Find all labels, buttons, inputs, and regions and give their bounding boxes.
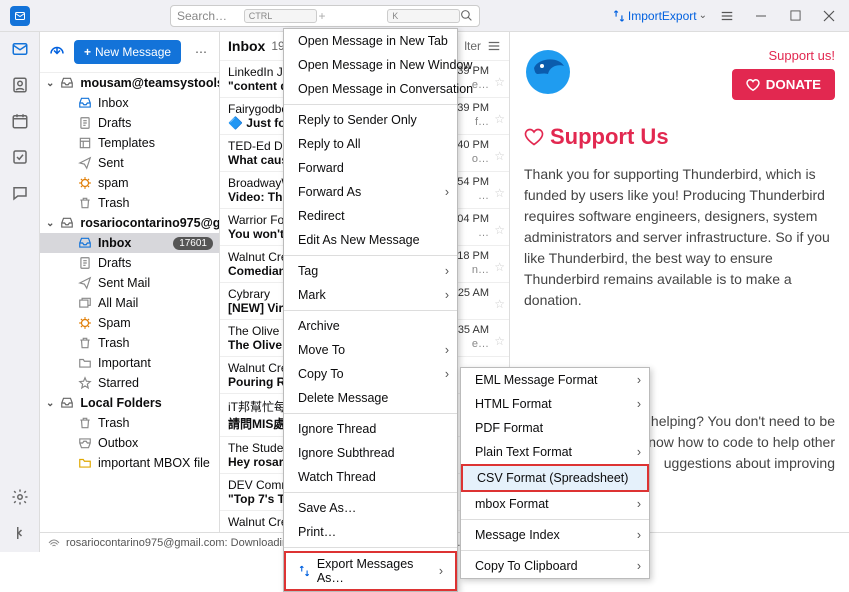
appmenu-button[interactable] [713,2,741,30]
ctx-pdf-format[interactable]: PDF Format [461,416,649,440]
star-icon[interactable]: ☆ [494,297,505,311]
ctx-redirect[interactable]: Redirect [284,204,457,228]
minimize-icon [755,10,767,22]
maximize-button[interactable] [781,2,809,30]
account-row[interactable]: ⌄Local Folders [40,393,219,413]
ctx-mbox-format[interactable]: mbox Format [461,492,649,516]
ctx-export-messages-as[interactable]: Export Messages As… [284,551,457,591]
star-icon[interactable]: ☆ [494,260,505,274]
thunderbird-logo-icon [524,48,572,96]
maximize-icon [790,10,801,21]
mail-tab-icon[interactable] [10,6,30,26]
star-icon[interactable]: ☆ [494,149,505,163]
folder-row[interactable]: Trash [40,193,219,213]
display-options-icon[interactable] [487,39,501,53]
ctx-delete[interactable]: Delete Message [284,386,457,410]
star-icon[interactable]: ☆ [494,223,505,237]
ctx-mark[interactable]: Mark [284,283,457,307]
folder-row[interactable]: Drafts [40,113,219,133]
ctx-reply-all[interactable]: Reply to All [284,132,457,156]
get-messages-button[interactable] [48,43,66,61]
folder-pane: +New Message ⋯ ⌄mousam@teamsystools.comI… [40,32,220,552]
ctx-reply-sender[interactable]: Reply to Sender Only [284,108,457,132]
heart-icon [746,78,760,92]
search-icon [460,9,473,22]
donate-button[interactable]: DONATE [732,69,835,100]
folder-row[interactable]: Outbox [40,433,219,453]
chat-icon[interactable] [11,184,29,202]
ctx-csv-format[interactable]: CSV Format (Spreadsheet) [461,464,649,492]
calendar-icon[interactable] [11,112,29,130]
account-row[interactable]: ⌄rosariocontarino975@gm… [40,213,219,233]
folder-row[interactable]: important MBOX file [40,453,219,473]
ctx-archive[interactable]: Archive [284,314,457,338]
folder-row[interactable]: Important [40,353,219,373]
star-icon[interactable]: ☆ [494,186,505,200]
ctx-open-new-window[interactable]: Open Message in New Window [284,53,457,77]
ctx-message-index[interactable]: Message Index [461,523,649,547]
settings-icon[interactable] [11,488,29,506]
support-us-link[interactable]: Support us! [732,48,835,63]
ctx-forward-as[interactable]: Forward As [284,180,457,204]
ctx-ignore-thread[interactable]: Ignore Thread [284,417,457,441]
close-button[interactable] [815,2,843,30]
export-format-submenu: EML Message Format HTML Format PDF Forma… [460,367,650,579]
heart-outline-icon [524,127,544,147]
folder-row[interactable]: All Mail [40,293,219,313]
folder-row[interactable]: Templates [40,133,219,153]
folder-row[interactable]: Drafts [40,253,219,273]
folder-row[interactable]: Inbox17601 [40,233,219,253]
folder-row[interactable]: Spam [40,313,219,333]
import-export-button[interactable]: ImportExport ⌄ [612,9,707,23]
ctx-print[interactable]: Print… [284,520,457,544]
ctx-html-format[interactable]: HTML Format [461,392,649,416]
ctx-plain-text-format[interactable]: Plain Text Format [461,440,649,464]
folder-row[interactable]: Trash [40,333,219,353]
addressbook-icon[interactable] [11,76,29,94]
activity-bar [0,32,40,552]
export-icon [298,564,311,578]
folder-row[interactable]: spam [40,173,219,193]
tasks-icon[interactable] [11,148,29,166]
ctx-open-new-tab[interactable]: Open Message in New Tab [284,29,457,53]
ctx-copy-clipboard[interactable]: Copy To Clipboard [461,554,649,578]
folder-title: Inbox [228,38,265,54]
kbd-ctrl: CTRL [244,9,317,23]
folder-row[interactable]: Sent Mail [40,273,219,293]
ctx-ignore-subthread[interactable]: Ignore Subthread [284,441,457,465]
new-message-button[interactable]: +New Message [74,40,181,64]
ctx-forward[interactable]: Forward [284,156,457,180]
ctx-tag[interactable]: Tag [284,259,457,283]
mail-icon[interactable] [11,40,29,58]
star-icon[interactable]: ☆ [494,75,505,89]
folder-row[interactable]: Inbox [40,93,219,113]
folder-options-button[interactable]: ⋯ [191,45,211,59]
search-placeholder: Search… [177,9,240,23]
ctx-open-conversation[interactable]: Open Message in Conversation [284,77,457,101]
online-icon [48,537,60,549]
kbd-k: K [387,9,460,23]
folder-row[interactable]: Starred [40,373,219,393]
ctx-save-as[interactable]: Save As… [284,496,457,520]
ctx-copy-to[interactable]: Copy To [284,362,457,386]
support-body: Thank you for supporting Thunderbird, wh… [524,164,835,311]
account-row[interactable]: ⌄mousam@teamsystools.com [40,73,219,93]
close-icon [823,10,835,22]
filter-label[interactable]: lter [464,39,481,53]
search-input[interactable]: Search… CTRL + K [170,5,480,27]
ctx-watch-thread[interactable]: Watch Thread [284,465,457,489]
collapse-icon[interactable] [11,524,29,542]
hamburger-icon [720,9,734,23]
support-title: Support Us [524,124,835,150]
arrows-icon [612,9,626,23]
minimize-button[interactable] [747,2,775,30]
star-icon[interactable]: ☆ [494,112,505,126]
star-icon[interactable]: ☆ [494,334,505,348]
ctx-move-to[interactable]: Move To [284,338,457,362]
folder-row[interactable]: Sent [40,153,219,173]
message-context-menu: Open Message in New Tab Open Message in … [283,28,458,592]
ctx-eml-format[interactable]: EML Message Format [461,368,649,392]
folder-row[interactable]: Trash [40,413,219,433]
ctx-edit-as-new[interactable]: Edit As New Message [284,228,457,252]
